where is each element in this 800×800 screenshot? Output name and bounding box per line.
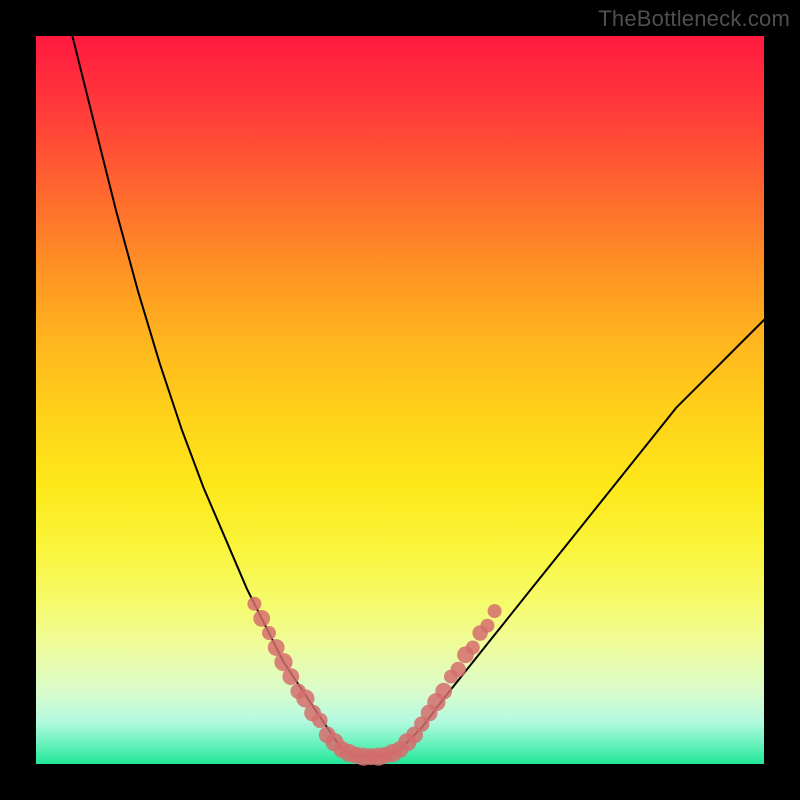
bottleneck-curve [72,36,764,757]
watermark-label: TheBottleneck.com [598,6,790,32]
chart-svg [36,36,764,764]
chart-frame: TheBottleneck.com [0,0,800,800]
data-markers [247,597,501,766]
plot-area [36,36,764,764]
